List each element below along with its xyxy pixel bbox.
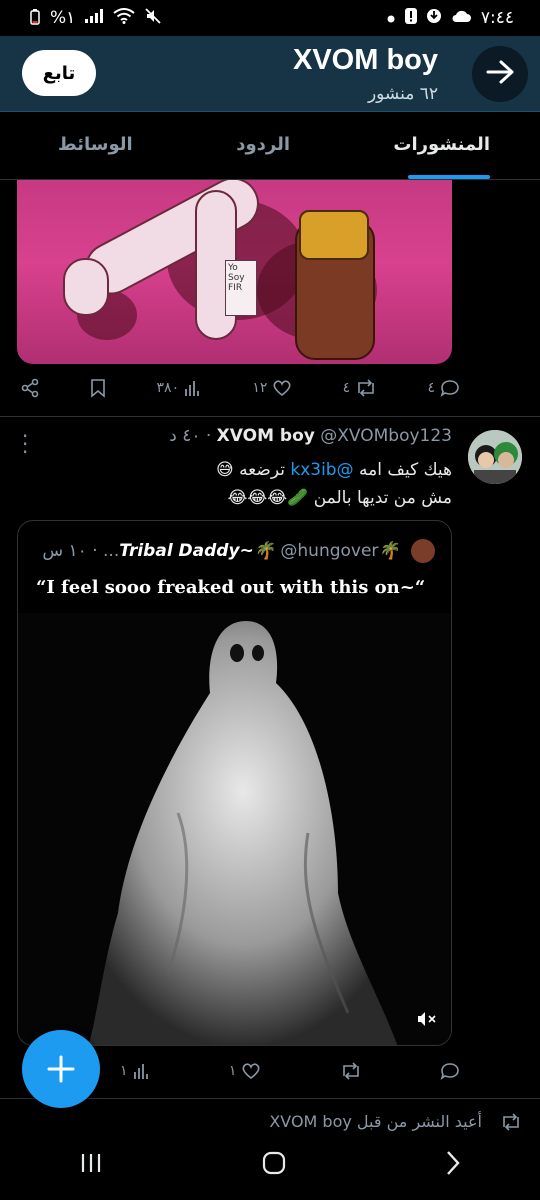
mute-icon	[145, 7, 161, 29]
cloud-icon	[451, 8, 471, 28]
bookmark-icon	[91, 379, 106, 398]
author-handle: @XVOMboy123	[320, 426, 452, 446]
quoted-tweet-header: 🌴Tribal Daddy~🌴 @hungover... · ١٠ س	[42, 539, 435, 563]
views-count: ٣٨٠	[156, 380, 180, 396]
previous-tweet-actions: ٣٨٠ ١٢ ٤ ٤	[20, 378, 460, 398]
retweet-icon	[342, 1062, 359, 1080]
active-tab-indicator	[408, 175, 490, 179]
reply-button[interactable]: ٤	[427, 379, 460, 397]
like-button[interactable]: ١٢	[252, 379, 292, 397]
replies-count: ٤	[427, 380, 435, 396]
like-button[interactable]: ١	[229, 1062, 262, 1080]
plus-icon	[47, 1055, 75, 1083]
download-icon	[426, 8, 441, 29]
views-button[interactable]: ١	[120, 1062, 151, 1080]
views-button[interactable]: ٣٨٠	[157, 379, 203, 397]
retweet-icon	[503, 1112, 519, 1131]
tab-media[interactable]: الوسائط	[58, 134, 133, 155]
tweet-text-line: مش من تديها بالمن 🥒😂😂😂	[227, 488, 452, 508]
compose-button[interactable]	[22, 1030, 100, 1108]
tweet-divider	[0, 416, 540, 417]
wifi-icon	[113, 7, 135, 29]
arrow-right-icon	[486, 60, 514, 88]
tweet-text-part: ترضعه 😅	[215, 460, 285, 480]
follow-button[interactable]: تابع	[22, 50, 96, 96]
heart-icon	[273, 380, 291, 397]
tweet-text: هيك كيف امه @kx3ib ترضعه 😅 مش من تديها ب…	[22, 456, 452, 512]
more-options-icon[interactable]: · · ·	[22, 426, 28, 462]
profile-name: XVOM boy	[292, 44, 438, 76]
avatar[interactable]	[468, 430, 522, 484]
retweet-button[interactable]	[340, 1062, 362, 1080]
retweet-note-text: أعيد النشر من قبل XVOM boy	[269, 1112, 482, 1131]
heart-icon	[242, 1063, 260, 1080]
retweet-note: أعيد النشر من قبل XVOM boy	[269, 1112, 522, 1131]
bar-chart-icon	[185, 381, 199, 396]
quoted-tweet[interactable]: 🌴Tribal Daddy~🌴 @hungover... · ١٠ س “I f…	[17, 520, 452, 1046]
reply-button[interactable]	[440, 1062, 460, 1080]
share-icon	[21, 378, 39, 398]
battery-percent: %١	[50, 8, 76, 28]
retweet-button[interactable]: ٤	[343, 379, 378, 397]
share-button[interactable]	[20, 378, 40, 398]
likes-count: ١	[228, 1063, 237, 1079]
recent-apps-icon[interactable]	[79, 1151, 103, 1181]
quoted-tweet-time: ١٠ س	[42, 541, 87, 561]
signal-icon	[85, 8, 104, 28]
likes-count: ١٢	[252, 380, 268, 396]
system-nav-bar	[0, 1132, 540, 1200]
profile-header: تابع XVOM boy ٦٢ منشور	[0, 36, 540, 112]
reply-icon	[440, 1063, 459, 1080]
retweets-count: ٤	[342, 380, 351, 396]
previous-tweet-image[interactable]: Yo Soy FIR	[17, 180, 452, 364]
status-bar: %١ ٧:٤٤	[0, 0, 540, 36]
tweet-header: XVOM boy @XVOMboy123 · ٤٠ د	[169, 426, 452, 446]
author-name[interactable]: XVOM boy	[217, 426, 315, 446]
quoted-video[interactable]	[18, 613, 451, 1045]
bookmark-button[interactable]	[90, 378, 106, 398]
bar-chart-icon	[133, 1064, 148, 1079]
dot-icon	[387, 8, 395, 28]
tab-posts[interactable]: المنشورات	[393, 134, 490, 155]
views-count: ١	[120, 1063, 128, 1079]
profile-tabs: المنشورات الردود الوسائط	[0, 112, 540, 180]
tab-replies[interactable]: الردود	[236, 134, 290, 155]
tweet-actions: ١ ١	[120, 1062, 460, 1080]
tweet-text-part: هيك كيف امه	[359, 460, 452, 480]
clock: ٧:٤٤	[480, 8, 514, 28]
reply-icon	[440, 380, 459, 397]
home-icon[interactable]	[261, 1150, 287, 1183]
retweet-icon	[358, 379, 375, 397]
back-button[interactable]	[472, 46, 528, 102]
quoted-tweet-text: “I feel sooo freaked out with this on~“	[36, 577, 426, 598]
notification-icon	[404, 7, 417, 29]
battery-icon	[30, 8, 40, 28]
post-count: ٦٢ منشور	[367, 84, 438, 104]
back-nav-icon[interactable]	[445, 1150, 461, 1183]
tweet-time: ٤٠ د	[169, 426, 201, 446]
quoted-avatar	[411, 539, 435, 563]
video-mute-icon[interactable]	[417, 1011, 437, 1031]
mention-link[interactable]: @kx3ib	[290, 460, 353, 480]
